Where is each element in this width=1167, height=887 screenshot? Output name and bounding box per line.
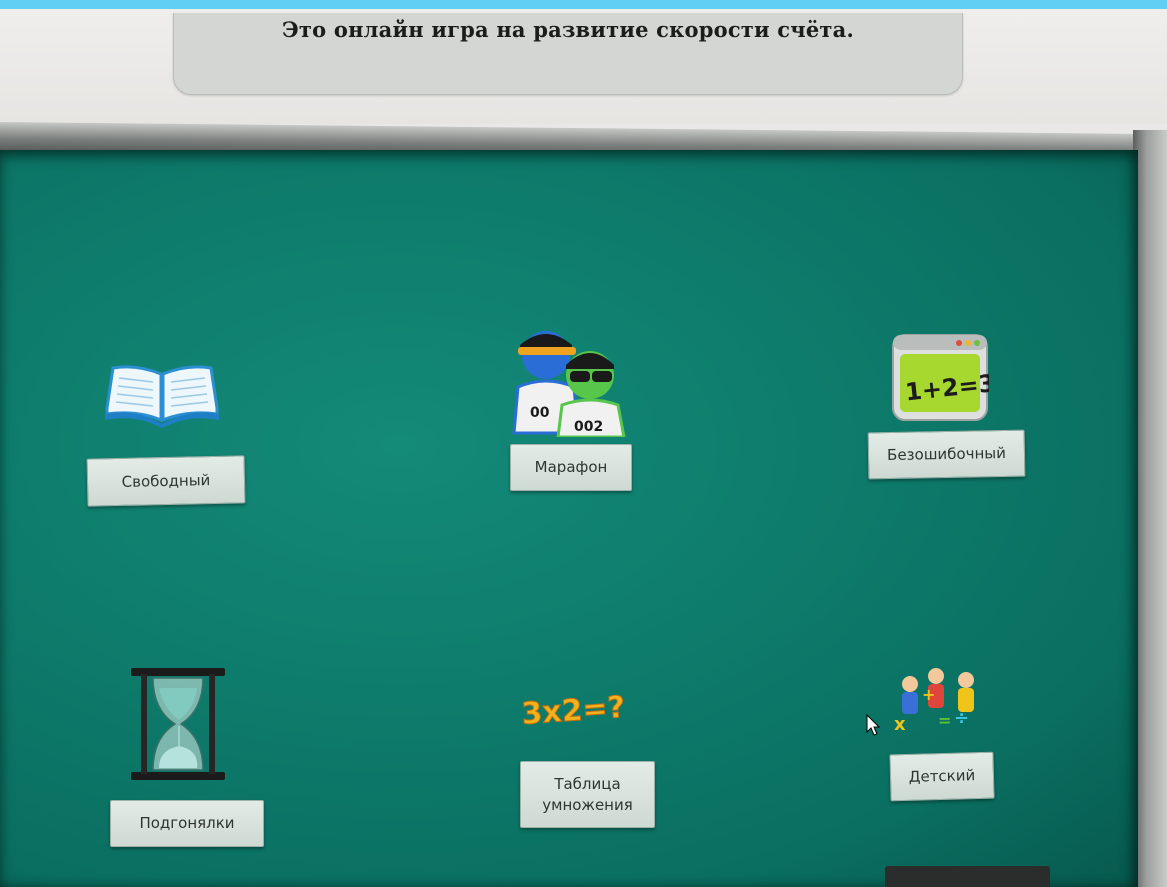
board-frame-right <box>1133 130 1167 887</box>
multiplication-icon[interactable]: 3x2=? <box>519 680 639 730</box>
mode-button-errorless[interactable]: Безошибочный <box>867 429 1026 480</box>
game-board: Свободный 00 002 Марафон 1+2=3 Безошибоч… <box>0 150 1138 887</box>
open-book-icon[interactable] <box>103 362 221 428</box>
mode-button-kids[interactable]: Детский <box>889 751 995 802</box>
mode-button-marathon[interactable]: Марафон <box>510 444 632 491</box>
info-banner-text: Это онлайн игра на развитие скорости счё… <box>282 17 854 42</box>
mode-button-free[interactable]: Свободный <box>86 455 246 507</box>
info-banner: Это онлайн игра на развитие скорости счё… <box>173 13 963 95</box>
chalkboard-icon[interactable]: 1+2=3 <box>891 333 989 422</box>
page-header-area: Это онлайн игра на развитие скорости счё… <box>0 9 1167 124</box>
mode-button-multiplication[interactable]: Таблица умножения <box>520 761 655 828</box>
svg-text:+: + <box>922 685 935 704</box>
runner-number-back: 00 <box>530 405 550 421</box>
mouse-pointer-icon <box>866 714 881 736</box>
mode-button-chasers[interactable]: Подгонялки <box>110 800 264 847</box>
runner-number-front: 002 <box>574 419 603 435</box>
top-accent-strip <box>0 0 1167 9</box>
multiplication-expression: 3x2=? <box>520 690 626 730</box>
hourglass-icon[interactable] <box>129 666 227 782</box>
svg-text:x: x <box>894 714 906 734</box>
svg-text:÷: ÷ <box>954 708 969 729</box>
kids-icon[interactable]: x + ÷ = <box>892 664 984 734</box>
runners-icon[interactable]: 00 002 <box>508 325 626 437</box>
monitor-base-shadow <box>885 866 1050 887</box>
svg-text:=: = <box>938 711 951 730</box>
